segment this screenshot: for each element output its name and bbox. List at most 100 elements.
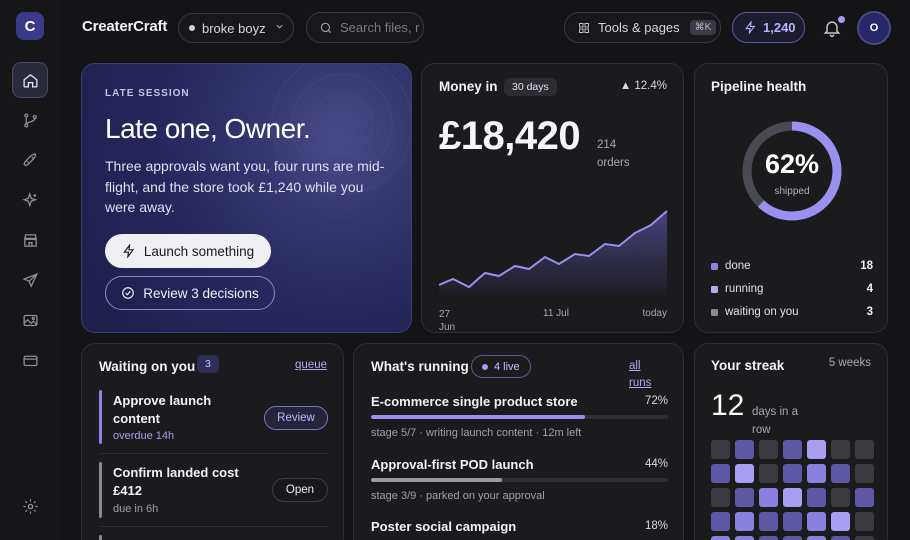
streak-day-cell: [735, 464, 754, 483]
run-name: Poster social campaign: [371, 519, 517, 534]
streak-day-cell: [711, 488, 730, 507]
waiting-title: Waiting on you: [99, 359, 196, 374]
streak-unit: days in a row: [752, 406, 799, 436]
streak-day-cell: [759, 536, 778, 540]
workspace-switcher[interactable]: broke boyz: [178, 13, 294, 43]
streak-day-cell: [711, 440, 730, 459]
orders-count: 214 orders: [597, 139, 630, 169]
store-icon: [23, 233, 37, 247]
streak-day-cell: [711, 512, 730, 531]
nav-branches[interactable]: [12, 102, 48, 138]
streak-card: Your streak 5 weeks 12 days in a row: [694, 343, 888, 540]
pipeline-health-card: Pipeline health 62% shipped done 18 runn…: [694, 63, 888, 333]
waiting-count-badge: 3: [197, 355, 219, 373]
nav-publish[interactable]: [12, 262, 48, 298]
task-item[interactable]: Approve launch content overdue 14h Revie…: [99, 390, 328, 444]
streak-weeks: 5 weeks: [828, 357, 871, 369]
queue-link[interactable]: queue: [295, 359, 327, 371]
shipped-percent: 62%: [764, 149, 820, 179]
streak-day-cell: [855, 488, 874, 507]
brand-name[interactable]: CreaterCraft: [82, 18, 167, 35]
streak-day-cell: [735, 488, 754, 507]
streak-day-cell: [735, 536, 754, 540]
all-runs-link[interactable]: all runs: [629, 358, 659, 392]
branch-icon: [23, 112, 37, 128]
streak-day-cell: [807, 488, 826, 507]
workspace-dot: [189, 25, 195, 31]
nav-gallery[interactable]: [12, 302, 48, 338]
review-button[interactable]: Review: [264, 406, 328, 430]
streak-day-cell: [831, 488, 850, 507]
credits-count: 1,240: [763, 20, 796, 35]
search-box[interactable]: [306, 12, 424, 43]
x-label-mid: 11 Jul: [543, 308, 569, 319]
grid-icon: [579, 22, 589, 33]
streak-day-cell: [759, 488, 778, 507]
whats-running-card: What's running 4 live all runs E-commerc…: [353, 343, 684, 540]
run-progress-fill: [371, 415, 585, 419]
streak-title: Your streak: [711, 358, 785, 373]
tools-label: Tools & pages: [598, 20, 680, 35]
streak-day-cell: [831, 464, 850, 483]
nav-settings[interactable]: [12, 488, 48, 524]
pipeline-title: Pipeline health: [711, 79, 807, 94]
legend-value: 4: [866, 283, 873, 295]
hero-body: Three approvals want you, four runs are …: [105, 158, 385, 215]
tools-pages-button[interactable]: Tools & pages ⌘K: [564, 12, 721, 43]
wallet-icon: [22, 355, 38, 366]
legend-label: done: [725, 260, 751, 272]
money-delta: ▲ 12.4%: [619, 80, 667, 92]
task-due: due in 6h: [113, 503, 159, 515]
run-progress: [371, 478, 668, 482]
live-dot: [482, 363, 488, 370]
streak-day-cell: [831, 440, 850, 459]
legend-swatch: [711, 262, 718, 270]
run-progress: [371, 415, 668, 419]
bolt-icon: [122, 244, 135, 258]
nav-magic[interactable]: [12, 182, 48, 218]
hero-title: Late one, Owner.: [105, 113, 311, 144]
streak-day-cell: [783, 536, 802, 540]
task-due: overdue 14h: [113, 430, 175, 442]
credits-button[interactable]: 1,240: [732, 12, 805, 43]
open-button[interactable]: Open: [272, 478, 328, 502]
streak-day-cell: [711, 536, 730, 540]
bolt-icon: [745, 21, 756, 34]
launch-something-button[interactable]: Launch something: [105, 234, 271, 268]
avatar[interactable]: O: [857, 11, 891, 45]
task-item-partial[interactable]: [99, 535, 328, 540]
task-status-bar: [99, 390, 102, 444]
streak-day-cell: [759, 512, 778, 531]
gear-icon: [22, 498, 38, 514]
streak-day-cell: [759, 440, 778, 459]
nav-launch[interactable]: [12, 142, 48, 178]
nav-store[interactable]: [12, 222, 48, 258]
streak-day-cell: [807, 440, 826, 459]
nav-home[interactable]: [12, 62, 48, 98]
app-logo[interactable]: C: [16, 12, 44, 40]
streak-days: 12: [711, 389, 745, 422]
legend-label: running: [725, 283, 764, 295]
nav-wallet[interactable]: [12, 342, 48, 378]
waiting-on-you-card: Waiting on you 3 queue Approve launch co…: [81, 343, 344, 540]
legend-waiting: waiting on you 3: [711, 306, 873, 318]
streak-day-cell: [735, 440, 754, 459]
divider: [99, 526, 328, 527]
sidebar: C: [0, 0, 60, 540]
streak-day-cell: [735, 512, 754, 531]
legend-label: waiting on you: [725, 306, 799, 318]
run-meta: stage 5/7 · writing launch content · 12m…: [371, 427, 582, 439]
legend-swatch: [711, 308, 718, 316]
period-chip[interactable]: 30 days: [504, 78, 557, 96]
search-input[interactable]: [340, 20, 420, 35]
task-status-bar: [99, 535, 102, 540]
review-decisions-button[interactable]: Review 3 decisions: [105, 276, 275, 310]
streak-day-cell: [855, 464, 874, 483]
live-count-chip: 4 live: [471, 355, 531, 378]
check-circle-icon: [122, 287, 135, 299]
shortcut-badge: ⌘K: [689, 20, 717, 35]
money-in-card: Money in 30 days ▲ 12.4% £18,420 214 ord…: [421, 63, 684, 333]
streak-day-cell: [783, 512, 802, 531]
home-icon: [22, 73, 38, 88]
task-item[interactable]: Confirm landed cost £412 due in 6h Open: [99, 462, 328, 518]
